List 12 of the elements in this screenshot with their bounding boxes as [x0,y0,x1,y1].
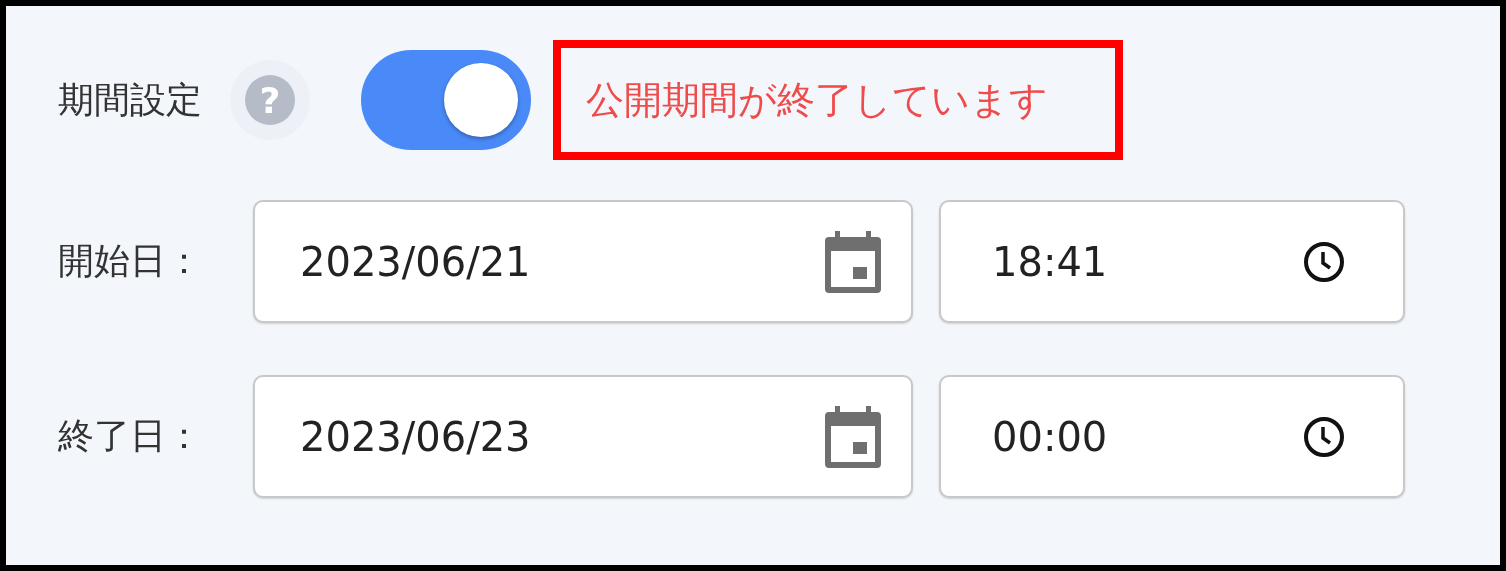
date-field[interactable]: 2023/06/21 [253,200,913,323]
time-field[interactable]: 00:00 [939,375,1405,498]
time-field[interactable]: 18:41 [939,200,1405,323]
clock-icon[interactable] [1303,415,1345,458]
notice-text: 公開期間が終了しています [586,76,1048,124]
clock-icon[interactable] [1303,240,1345,283]
section-label: 期間設定 [58,77,203,122]
date-field[interactable]: 2023/06/23 [253,375,913,498]
calendar-icon[interactable] [825,230,881,293]
calendar-icon[interactable] [825,405,881,468]
date-label: 開始日： [58,239,203,283]
date-label: 終了日： [58,414,203,458]
